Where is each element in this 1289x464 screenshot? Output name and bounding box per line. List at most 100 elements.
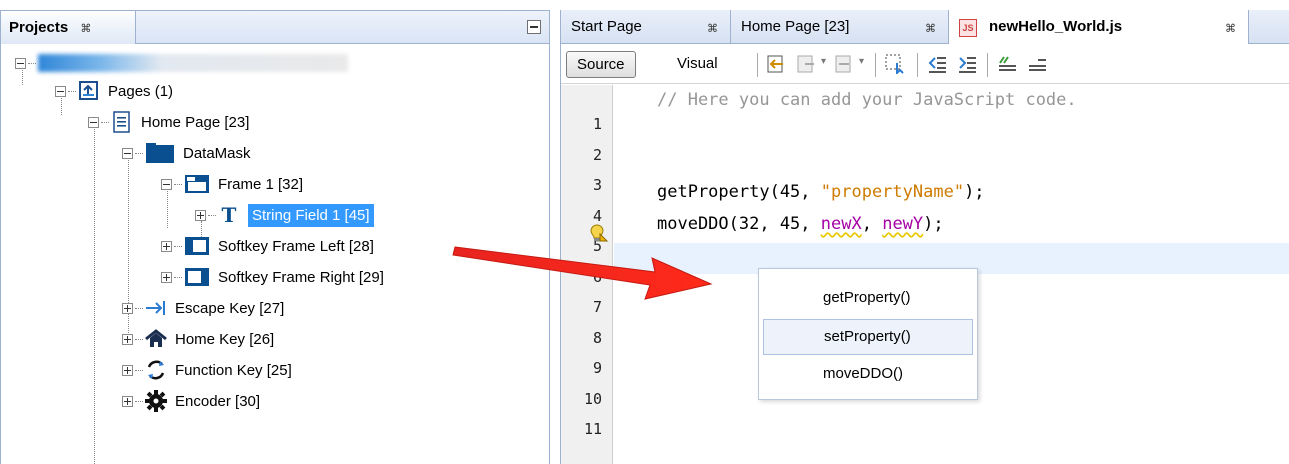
tree-node-frame-1[interactable]: Frame 1 [32] — [161, 169, 303, 199]
collapse-icon[interactable] — [161, 178, 172, 190]
projects-title: Projects — [9, 19, 69, 36]
warning-bulb-icon[interactable] — [589, 223, 609, 243]
string-literal: "propertyName" — [820, 182, 965, 202]
uncomment-icon[interactable] — [1027, 54, 1047, 74]
close-icon[interactable]: ⌘ — [707, 22, 718, 35]
forward-icon[interactable] — [835, 54, 855, 74]
dropdown-icon[interactable]: ▾ — [821, 56, 826, 67]
tree-label: Pages (1) — [108, 82, 174, 100]
expand-icon[interactable] — [122, 364, 133, 376]
line-number: 9 — [592, 359, 602, 377]
js-file-icon: JS — [959, 19, 977, 37]
toolbar-separator — [987, 53, 988, 77]
tree-node-home-page[interactable]: Home Page [23] — [88, 107, 249, 137]
tab-label: newHello_World.js — [989, 18, 1123, 35]
expand-icon[interactable] — [122, 302, 133, 314]
tree-label: Home Page [23] — [141, 113, 250, 131]
select-icon[interactable] — [885, 54, 905, 74]
expand-icon[interactable] — [161, 271, 172, 283]
tree-node-softkey-right[interactable]: Softkey Frame Right [29] — [161, 262, 384, 292]
tree-label: Function Key [25] — [175, 361, 292, 379]
tree-node-encoder[interactable]: Encoder [30] — [122, 386, 260, 416]
expand-icon[interactable] — [195, 209, 206, 221]
visual-button[interactable]: Visual — [667, 51, 728, 78]
expand-icon[interactable] — [122, 395, 133, 407]
code-text: , — [861, 214, 883, 234]
close-icon[interactable]: ⌘ — [80, 23, 91, 35]
tree-label: Softkey Frame Left [28] — [218, 237, 374, 255]
text-field-icon: T — [221, 203, 237, 227]
tree-node-string-field-1[interactable]: T String Field 1 [45] — [195, 200, 374, 230]
line-number: 2 — [592, 145, 602, 164]
tree-node-escape-key[interactable]: Escape Key [27] — [122, 293, 284, 323]
tab-label: Home Page [23] — [741, 18, 850, 35]
code-line-4: moveDDO(32, 45, newX, newY); — [657, 214, 944, 234]
code-text: moveDDO(32, 45, — [657, 214, 821, 234]
blurred-project-name — [38, 54, 348, 72]
projects-panel: Projects ⌘ Pages (1) Home Page [23] Data… — [0, 10, 550, 464]
collapse-icon[interactable] — [88, 116, 99, 128]
tree-label: DataMask — [183, 144, 251, 162]
tree-label: Softkey Frame Right [29] — [218, 268, 384, 286]
comment-icon[interactable] — [997, 54, 1017, 74]
identifier-warning: newY — [882, 214, 924, 234]
gear-icon — [145, 390, 167, 412]
back-icon[interactable] — [797, 54, 817, 74]
code-line-1: // Here you can add your JavaScript code… — [657, 90, 1077, 110]
editor-tabs: Start Page ⌘ Home Page [23] ⌘ JS newHell… — [561, 10, 1289, 45]
line-number: 1 — [592, 115, 602, 133]
code-completion-popup: getProperty() setProperty() moveDDO() — [758, 268, 978, 400]
editor-toolbar: Source Visual ▾ ▾ — [561, 44, 1289, 84]
shift-left-icon[interactable] — [927, 54, 947, 74]
completion-item-moveddo[interactable]: moveDDO() — [763, 357, 973, 393]
escape-arrow-icon — [145, 297, 167, 319]
expand-icon[interactable] — [122, 333, 133, 345]
code-text: ); — [964, 182, 985, 202]
expand-icon[interactable] — [161, 240, 172, 252]
toolbar-separator — [875, 53, 876, 77]
tree-label: Frame 1 [32] — [218, 175, 304, 193]
close-icon[interactable]: ⌘ — [925, 22, 936, 35]
toolbar-separator — [917, 53, 918, 77]
projects-tab[interactable]: Projects ⌘ — [1, 11, 136, 44]
collapse-icon[interactable] — [122, 147, 133, 159]
project-tree: Pages (1) Home Page [23] DataMask Frame … — [1, 45, 549, 464]
tree-root[interactable] — [15, 48, 348, 78]
line-number: 6 — [592, 267, 602, 286]
line-number: 7 — [592, 298, 602, 316]
tree-label: Encoder [30] — [175, 392, 261, 410]
shift-right-icon[interactable] — [957, 54, 977, 74]
line-number: 11 — [583, 420, 602, 438]
folder-icon — [145, 142, 175, 164]
collapse-icon[interactable] — [15, 57, 26, 69]
line-number: 8 — [592, 328, 602, 347]
tab-label: Start Page — [571, 18, 642, 35]
completion-item-setproperty[interactable]: setProperty() — [763, 319, 973, 355]
tab-home-page[interactable]: Home Page [23] ⌘ — [731, 10, 949, 44]
tree-node-softkey-left[interactable]: Softkey Frame Left [28] — [161, 231, 374, 261]
code-text: getProperty(45, — [657, 182, 821, 202]
tree-node-datamask[interactable]: DataMask — [122, 138, 251, 168]
close-icon[interactable]: ⌘ — [1225, 22, 1236, 35]
tree-label-selected: String Field 1 [45] — [248, 203, 374, 227]
line-number: 3 — [592, 176, 602, 194]
completion-item-getproperty[interactable]: getProperty() — [763, 281, 973, 317]
last-edit-icon[interactable] — [767, 54, 787, 74]
code-text: ); — [923, 214, 944, 234]
refresh-icon — [145, 359, 167, 381]
tree-node-home-key[interactable]: Home Key [26] — [122, 324, 274, 354]
page-icon — [111, 111, 133, 133]
source-button[interactable]: Source — [566, 51, 636, 78]
tree-node-pages[interactable]: Pages (1) — [55, 76, 173, 106]
line-number: 4 — [592, 206, 602, 225]
minimize-button[interactable] — [527, 20, 541, 34]
tab-start-page[interactable]: Start Page ⌘ — [561, 10, 731, 44]
tab-newhello-world-js[interactable]: JS newHello_World.js ⌘ — [949, 10, 1249, 45]
softkey-left-icon — [184, 235, 210, 257]
dropdown-icon[interactable]: ▾ — [859, 56, 864, 67]
tree-node-function-key[interactable]: Function Key [25] — [122, 355, 292, 385]
projects-header: Projects ⌘ — [1, 11, 549, 44]
identifier-warning: newX — [820, 214, 862, 234]
collapse-icon[interactable] — [55, 85, 66, 97]
frame-icon — [184, 173, 210, 195]
